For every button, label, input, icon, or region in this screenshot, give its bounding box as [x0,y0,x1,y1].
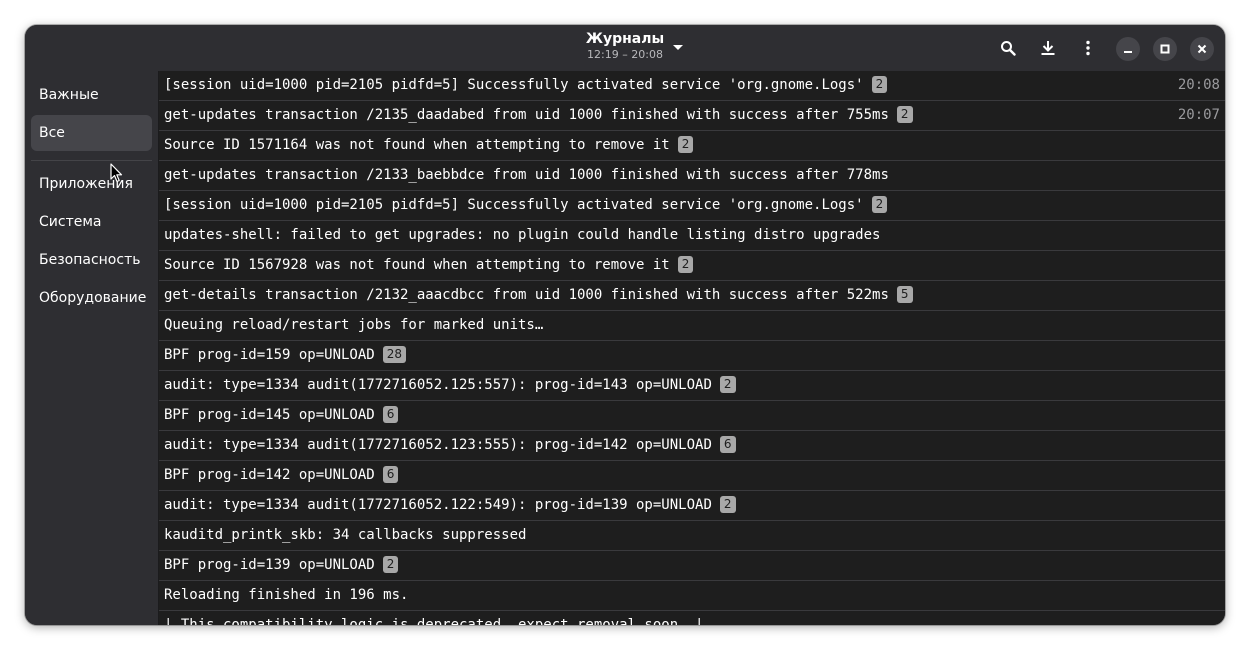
log-message: updates-shell: failed to get upgrades: n… [164,226,880,245]
log-message: | This compatibility logic is deprecated… [164,616,703,625]
logs-window: Журналы 12:19 – 20:08 Важные Все Приложе… [25,25,1225,625]
log-row[interactable]: [session uid=1000 pid=2105 pidfd=5] Succ… [159,71,1225,101]
log-message: Source ID 1571164 was not found when att… [164,136,694,155]
sidebar-separator [31,160,152,161]
log-message: kauditd_printk_skb: 34 callbacks suppres… [164,526,526,545]
log-row[interactable]: get-updates transaction /2133_baebbdce f… [159,161,1225,191]
log-message: BPF prog-id=145 op=UNLOAD 6 [164,406,399,425]
log-message-text: get-updates transaction /2135_daadabed f… [164,107,889,123]
log-message: Reloading finished in 196 ms. [164,586,408,605]
count-badge: 2 [677,136,694,153]
log-timestamp: 20:07 [1177,107,1220,123]
minimize-icon[interactable] [1116,37,1140,61]
log-message-text: Reloading finished in 196 ms. [164,587,409,603]
log-message-text: get-details transaction /2132_aaacdbcc f… [164,287,889,303]
count-badge: 28 [382,346,406,363]
log-message-text: get-updates transaction /2133_baebbdce f… [164,167,889,183]
log-message: get-details transaction /2132_aaacdbcc f… [164,286,913,305]
log-message-text: audit: type=1334 audit(1772716052.125:55… [164,377,712,393]
log-row[interactable]: get-updates transaction /2135_daadabed f… [159,101,1225,131]
count-badge: 2 [719,496,736,513]
log-row[interactable]: BPF prog-id=145 op=UNLOAD 6 [159,401,1225,431]
count-badge: 2 [871,196,888,213]
log-list[interactable]: [session uid=1000 pid=2105 pidfd=5] Succ… [159,71,1225,625]
sidebar-item-system[interactable]: Система [31,204,152,240]
log-message-text: updates-shell: failed to get upgrades: n… [164,227,881,243]
log-row[interactable]: Source ID 1567928 was not found when att… [159,251,1225,281]
log-message-text: BPF prog-id=159 op=UNLOAD [164,347,375,363]
maximize-icon[interactable] [1153,37,1177,61]
log-message-text: Source ID 1571164 was not found when att… [164,137,670,153]
sidebar: Важные Все Приложения Система Безопаснос… [25,71,159,625]
log-message: BPF prog-id=139 op=UNLOAD 2 [164,556,399,575]
log-message-text: [session uid=1000 pid=2105 pidfd=5] Succ… [164,77,864,93]
log-message: [session uid=1000 pid=2105 pidfd=5] Succ… [164,196,888,215]
download-icon[interactable] [1036,36,1060,60]
log-row[interactable]: Source ID 1571164 was not found when att… [159,131,1225,161]
log-message: BPF prog-id=159 op=UNLOAD 28 [164,346,406,365]
log-row[interactable]: | This compatibility logic is deprecated… [159,611,1225,625]
log-message-text: | This compatibility logic is deprecated… [164,617,704,625]
log-row[interactable]: BPF prog-id=142 op=UNLOAD 6 [159,461,1225,491]
log-message: Queuing reload/restart jobs for marked u… [164,316,543,335]
log-message-text: Source ID 1567928 was not found when att… [164,257,670,273]
chevron-down-icon[interactable] [670,39,686,55]
count-badge: 2 [719,376,736,393]
sidebar-item-all[interactable]: Все [31,115,152,151]
search-icon[interactable] [996,36,1020,60]
log-row[interactable]: audit: type=1334 audit(1772716052.123:55… [159,431,1225,461]
kebab-menu-icon[interactable] [1076,36,1100,60]
log-message: [session uid=1000 pid=2105 pidfd=5] Succ… [164,76,888,95]
log-message: audit: type=1334 audit(1772716052.125:55… [164,376,736,395]
log-timestamp: 20:08 [1177,77,1220,93]
log-row[interactable]: [session uid=1000 pid=2105 pidfd=5] Succ… [159,191,1225,221]
sidebar-item-important[interactable]: Важные [31,77,152,113]
log-message-text: audit: type=1334 audit(1772716052.123:55… [164,437,712,453]
log-message: get-updates transaction /2135_daadabed f… [164,106,913,125]
log-message-text: [session uid=1000 pid=2105 pidfd=5] Succ… [164,197,864,213]
count-badge: 2 [871,76,888,93]
log-message-text: kauditd_printk_skb: 34 callbacks suppres… [164,527,527,543]
count-badge: 2 [677,256,694,273]
log-row[interactable]: get-details transaction /2132_aaacdbcc f… [159,281,1225,311]
log-row[interactable]: Queuing reload/restart jobs for marked u… [159,311,1225,341]
log-message: get-updates transaction /2133_baebbdce f… [164,166,889,185]
log-row[interactable]: kauditd_printk_skb: 34 callbacks suppres… [159,521,1225,551]
sidebar-item-hardware[interactable]: Оборудование [31,280,152,316]
log-row[interactable]: Reloading finished in 196 ms. [159,581,1225,611]
log-message-text: audit: type=1334 audit(1772716052.122:54… [164,497,712,513]
log-row[interactable]: audit: type=1334 audit(1772716052.125:55… [159,371,1225,401]
sidebar-item-applications[interactable]: Приложения [31,166,152,202]
log-message: audit: type=1334 audit(1772716052.123:55… [164,436,736,455]
log-row[interactable]: BPF prog-id=159 op=UNLOAD 28 [159,341,1225,371]
count-badge: 2 [896,106,913,123]
header-bar: Журналы 12:19 – 20:08 [25,25,1225,72]
log-message-text: BPF prog-id=145 op=UNLOAD [164,407,375,423]
log-row[interactable]: audit: type=1334 audit(1772716052.122:54… [159,491,1225,521]
count-badge: 6 [719,436,736,453]
log-row[interactable]: updates-shell: failed to get upgrades: n… [159,221,1225,251]
log-message: audit: type=1334 audit(1772716052.122:54… [164,496,736,515]
log-row[interactable]: BPF prog-id=139 op=UNLOAD 2 [159,551,1225,581]
log-message-text: BPF prog-id=142 op=UNLOAD [164,467,375,483]
close-icon[interactable] [1190,37,1214,61]
mouse-pointer-icon [110,163,124,185]
count-badge: 6 [382,406,399,423]
count-badge: 6 [382,466,399,483]
count-badge: 5 [896,286,913,303]
sidebar-item-security[interactable]: Безопасность [31,242,152,278]
count-badge: 2 [382,556,399,573]
log-message-text: BPF prog-id=139 op=UNLOAD [164,557,375,573]
log-message: BPF prog-id=142 op=UNLOAD 6 [164,466,399,485]
log-message-text: Queuing reload/restart jobs for marked u… [164,317,544,333]
log-message: Source ID 1567928 was not found when att… [164,256,694,275]
